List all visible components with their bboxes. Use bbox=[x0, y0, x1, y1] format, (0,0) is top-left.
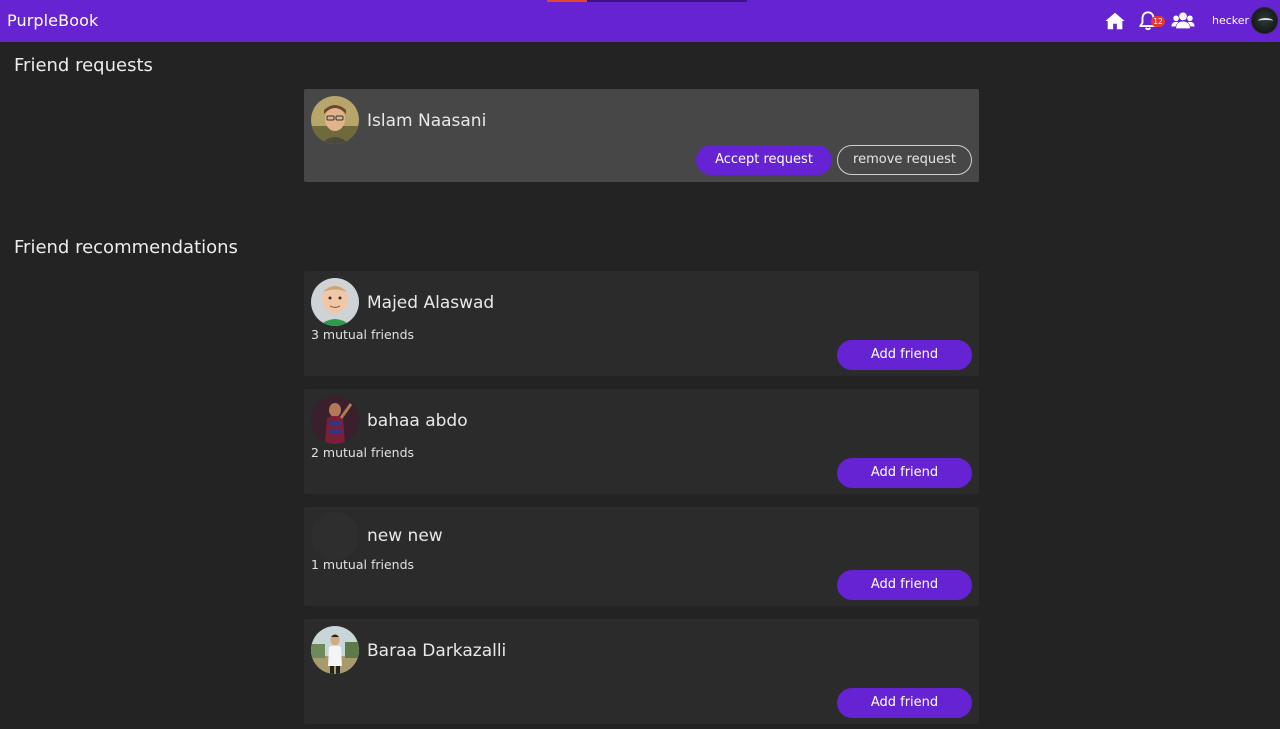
avatar[interactable] bbox=[311, 96, 359, 144]
loading-progress-bar bbox=[547, 0, 747, 2]
friend-request-card: Islam Naasani Accept request remove requ… bbox=[304, 89, 979, 182]
recommendation-card: new new 1 mutual friends Add friend bbox=[304, 507, 979, 606]
add-friend-button[interactable]: Add friend bbox=[837, 340, 972, 370]
friend-recommendations-heading: Friend recommendations bbox=[14, 237, 238, 258]
recommendation-name[interactable]: Baraa Darkazalli bbox=[367, 641, 506, 661]
friends-icon[interactable] bbox=[1171, 10, 1195, 32]
avatar[interactable] bbox=[311, 396, 359, 444]
current-user-avatar[interactable] bbox=[1251, 7, 1278, 34]
notification-count-badge: 12 bbox=[1151, 16, 1165, 27]
brand-logo-link[interactable]: PurpleBook bbox=[7, 11, 98, 30]
recommendation-name[interactable]: new new bbox=[367, 526, 443, 546]
home-icon[interactable] bbox=[1104, 10, 1126, 32]
requester-name[interactable]: Islam Naasani bbox=[367, 111, 486, 131]
add-friend-button[interactable]: Add friend bbox=[837, 570, 972, 600]
avatar[interactable] bbox=[311, 278, 359, 326]
remove-request-button[interactable]: remove request bbox=[837, 145, 972, 175]
add-friend-button[interactable]: Add friend bbox=[837, 458, 972, 488]
friend-requests-heading: Friend requests bbox=[14, 55, 153, 76]
mutual-friends-count: 3 mutual friends bbox=[311, 327, 415, 342]
recommendation-card: Majed Alaswad 3 mutual friends Add frien… bbox=[304, 271, 979, 376]
avatar-placeholder[interactable] bbox=[311, 512, 359, 560]
recommendation-card: Baraa Darkazalli Add friend bbox=[304, 619, 979, 724]
mutual-friends-count: 1 mutual friends bbox=[311, 557, 415, 572]
avatar[interactable] bbox=[311, 626, 359, 674]
recommendation-card: bahaa abdo 2 mutual friends Add friend bbox=[304, 389, 979, 494]
recommendation-name[interactable]: bahaa abdo bbox=[367, 411, 468, 431]
mutual-friends-count: 2 mutual friends bbox=[311, 445, 415, 460]
recommendation-name[interactable]: Majed Alaswad bbox=[367, 293, 494, 313]
add-friend-button[interactable]: Add friend bbox=[837, 688, 972, 718]
top-navbar: PurpleBook 12 hecker bbox=[0, 0, 1280, 42]
current-username[interactable]: hecker bbox=[1212, 14, 1249, 27]
accept-request-button[interactable]: Accept request bbox=[696, 145, 832, 175]
